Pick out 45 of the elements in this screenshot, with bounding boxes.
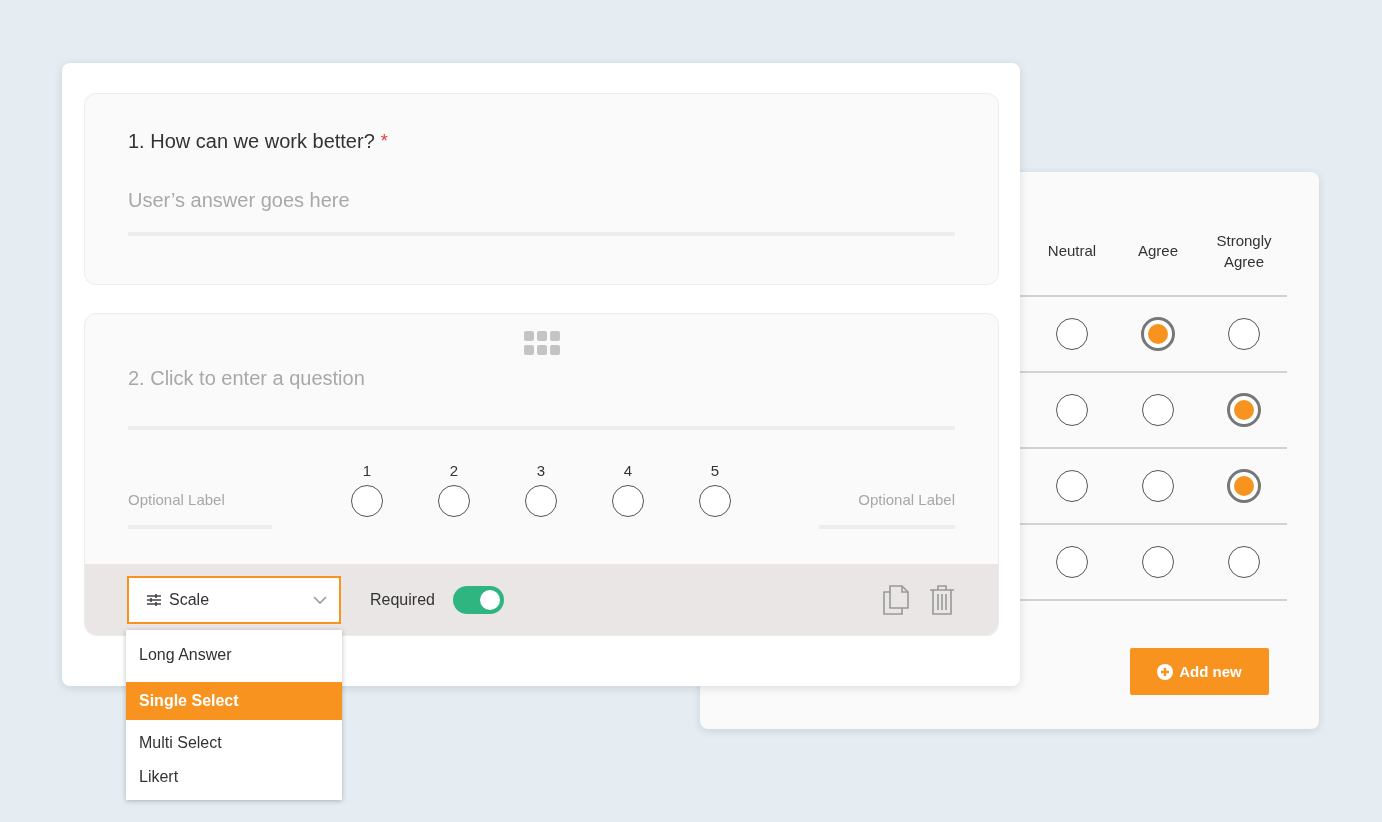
radio-button[interactable]: [1227, 393, 1261, 427]
scale-number: 5: [710, 461, 720, 481]
column-header: Neutral: [1046, 241, 1098, 261]
required-toggle[interactable]: [452, 585, 504, 614]
radio-button[interactable]: [1142, 470, 1174, 502]
label-input[interactable]: Optional Label: [128, 479, 272, 519]
radio-button[interactable]: [1056, 546, 1088, 578]
radio-button[interactable]: [1056, 394, 1088, 426]
radio-button[interactable]: [438, 485, 470, 517]
scale-number: 1: [362, 461, 372, 481]
required-asterisk: *: [380, 130, 388, 153]
answer-input[interactable]: User’s answer goes here: [128, 180, 955, 220]
plus-circle-icon: [1157, 663, 1174, 680]
radio-button[interactable]: [1227, 469, 1261, 503]
radio-button[interactable]: [1142, 394, 1174, 426]
radio-button[interactable]: [1141, 317, 1175, 351]
radio-button[interactable]: [1228, 546, 1260, 578]
menu-item[interactable]: Likert: [126, 760, 342, 794]
scale-number: 3: [536, 461, 546, 481]
question-title: 1. How can we work better?: [128, 129, 375, 154]
type-select[interactable]: Scale: [127, 575, 341, 624]
radio-button[interactable]: [1228, 318, 1260, 350]
radio-button[interactable]: [1056, 470, 1088, 502]
radio-button[interactable]: [525, 485, 557, 517]
menu-item[interactable]: Long Answer: [126, 638, 342, 672]
label-input[interactable]: Optional Label: [819, 479, 955, 519]
answer-field[interactable]: User’s answer goes here: [128, 180, 955, 236]
question-input[interactable]: 2. Click to enter a question: [128, 358, 955, 398]
column-header: Agree: [1137, 241, 1179, 261]
drag-handle-icon[interactable]: [523, 331, 560, 355]
question-field[interactable]: 2. Click to enter a question: [128, 358, 955, 430]
required-label: Required: [370, 590, 435, 609]
radio-button[interactable]: [351, 485, 383, 517]
radio-button[interactable]: [699, 485, 731, 517]
scale-number: 2: [449, 461, 459, 481]
radio-button[interactable]: [1142, 546, 1174, 578]
column-header: Strongly Agree: [1215, 230, 1273, 272]
label-field[interactable]: Optional Label: [819, 479, 955, 529]
radio-button[interactable]: [1056, 318, 1088, 350]
menu-item[interactable]: Multi Select: [126, 726, 342, 760]
scale-number: 4: [623, 461, 633, 481]
sliders-icon: [147, 593, 161, 606]
chevron-down-icon: [313, 595, 327, 604]
label-field[interactable]: Optional Label: [128, 479, 272, 529]
radio-button[interactable]: [612, 485, 644, 517]
